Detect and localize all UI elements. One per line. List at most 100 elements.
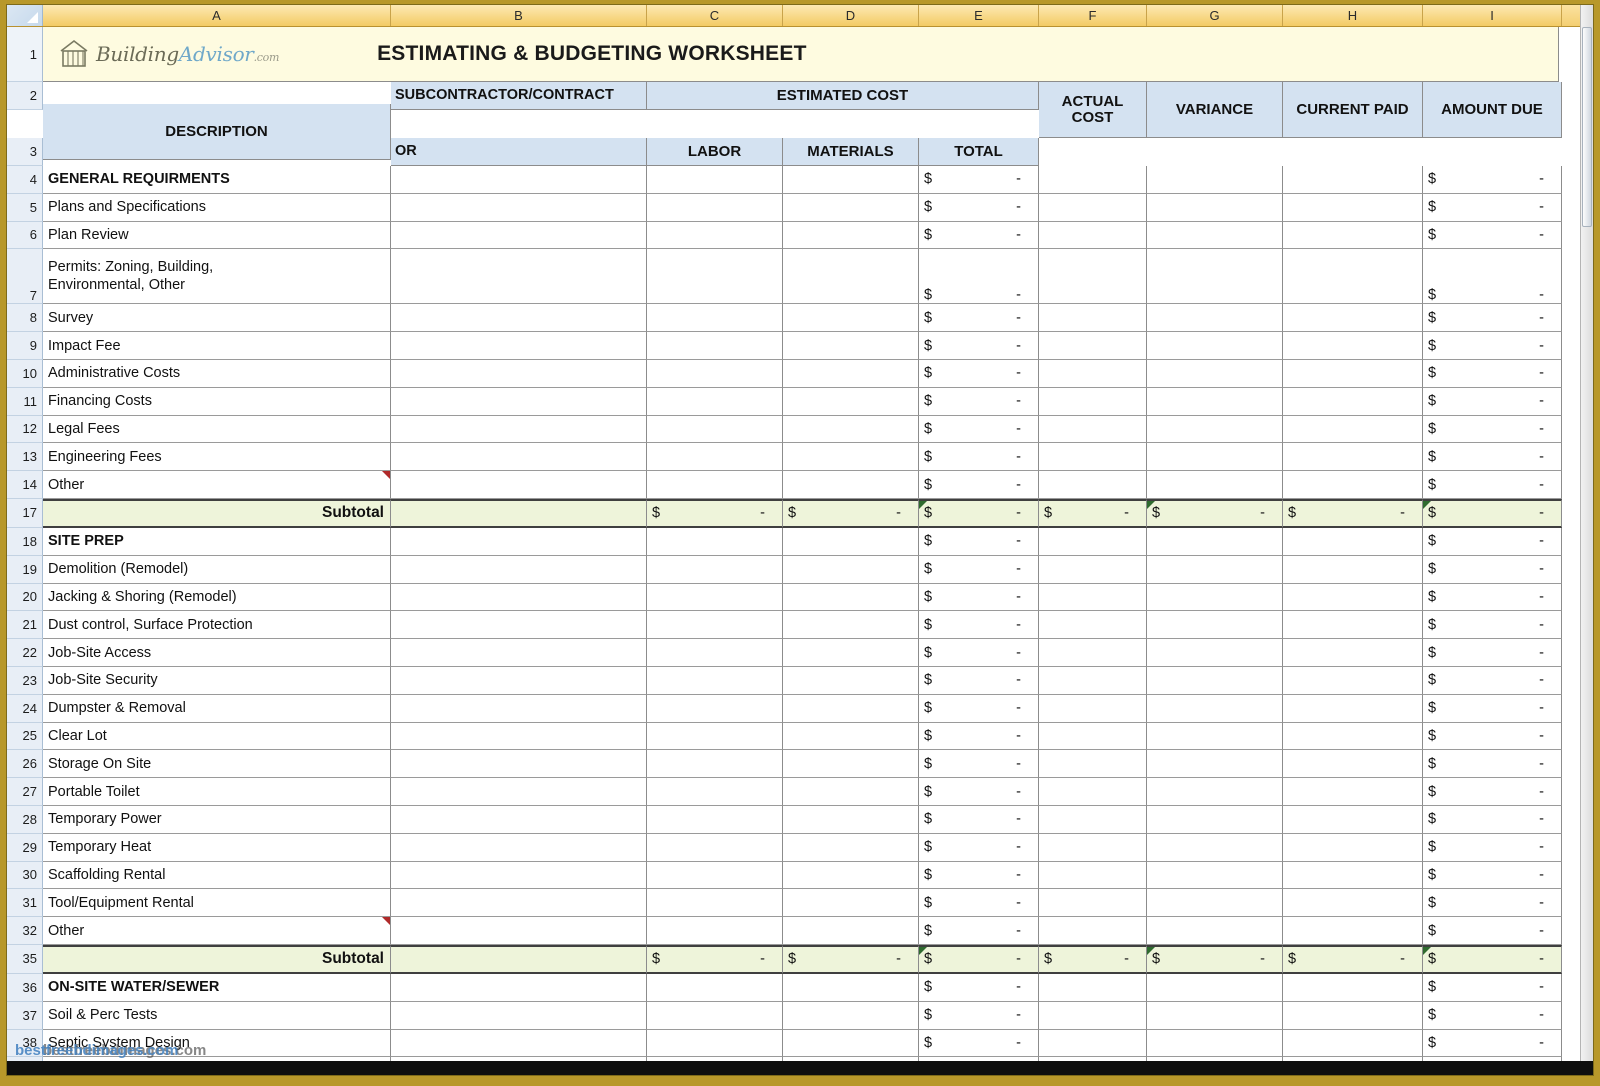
cell-f[interactable]: [1039, 443, 1147, 472]
cell-h[interactable]: [1283, 889, 1423, 918]
column-header-i[interactable]: I: [1423, 5, 1562, 26]
cell-f[interactable]: [1039, 359, 1147, 388]
cell-g[interactable]: [1147, 555, 1283, 584]
cell-f[interactable]: [1039, 778, 1147, 806]
cell-h[interactable]: [1283, 443, 1423, 472]
cell-d[interactable]: [783, 304, 919, 333]
cell-c[interactable]: [647, 583, 783, 612]
subtotal-cell-i[interactable]: $ -: [1423, 498, 1562, 528]
description-cell[interactable]: Administrative Costs: [43, 359, 391, 388]
subtotal-cell-f[interactable]: $ -: [1039, 498, 1147, 528]
cell-c[interactable]: [647, 415, 783, 444]
cell-f[interactable]: [1039, 527, 1147, 556]
cell-i[interactable]: $-: [1423, 555, 1562, 584]
cell-b[interactable]: [391, 917, 647, 945]
vertical-scrollbar[interactable]: [1580, 5, 1593, 1075]
cell-b[interactable]: [391, 889, 647, 918]
cell-b[interactable]: [391, 527, 647, 556]
cell-b[interactable]: [391, 611, 647, 640]
cell-d[interactable]: [783, 805, 919, 834]
cell-c[interactable]: [647, 249, 783, 305]
description-cell[interactable]: Plan Review: [43, 221, 391, 250]
cell-f[interactable]: [1039, 249, 1147, 305]
cell-e[interactable]: $-: [919, 833, 1039, 862]
cell-h[interactable]: [1283, 778, 1423, 806]
cell-d[interactable]: [783, 973, 919, 1002]
cell-i[interactable]: $-: [1423, 861, 1562, 890]
cell-g[interactable]: [1147, 471, 1283, 499]
column-header-c[interactable]: C: [647, 5, 783, 26]
cell-d[interactable]: [783, 443, 919, 472]
description-cell[interactable]: Temporary Heat: [43, 833, 391, 862]
description-cell[interactable]: Dumpster & Removal: [43, 694, 391, 723]
cell-f[interactable]: [1039, 193, 1147, 222]
cell-h[interactable]: [1283, 166, 1423, 194]
row-header-2[interactable]: 2: [7, 82, 43, 110]
cell-e[interactable]: $-: [919, 1029, 1039, 1058]
cell-b[interactable]: [391, 1029, 647, 1058]
cell-h[interactable]: [1283, 722, 1423, 751]
row-header-4[interactable]: 4: [7, 166, 43, 194]
cell-i[interactable]: $-: [1423, 387, 1562, 416]
cell-e[interactable]: $-: [919, 778, 1039, 806]
description-cell[interactable]: Temporary Power: [43, 805, 391, 834]
description-cell[interactable]: Survey: [43, 304, 391, 333]
cell-g[interactable]: [1147, 722, 1283, 751]
cell-g[interactable]: [1147, 611, 1283, 640]
row-header-38[interactable]: 38: [7, 1029, 43, 1058]
cell-e[interactable]: $-: [919, 249, 1039, 305]
cell-f[interactable]: [1039, 221, 1147, 250]
row-header-26[interactable]: 26: [7, 750, 43, 779]
cell-d[interactable]: [783, 249, 919, 305]
cell-d[interactable]: [783, 583, 919, 612]
cell-g[interactable]: [1147, 304, 1283, 333]
subtotal-cell-e[interactable]: $ -: [919, 944, 1039, 974]
subtotal-cell-c[interactable]: $ -: [647, 498, 783, 528]
cell-d[interactable]: [783, 639, 919, 667]
cell-i[interactable]: $-: [1423, 917, 1562, 945]
cell-i[interactable]: $-: [1423, 805, 1562, 834]
cell-g[interactable]: [1147, 750, 1283, 779]
cell-b[interactable]: [391, 778, 647, 806]
row-header-23[interactable]: 23: [7, 666, 43, 695]
subtotal-cell-g[interactable]: $ -: [1147, 944, 1283, 974]
description-cell[interactable]: Soil & Perc Tests: [43, 1001, 391, 1030]
cell-h[interactable]: [1283, 249, 1423, 305]
cell-d[interactable]: [783, 611, 919, 640]
cell-e[interactable]: $-: [919, 555, 1039, 584]
cell-d[interactable]: [783, 1001, 919, 1030]
cell-b[interactable]: [391, 694, 647, 723]
cell-i[interactable]: $-: [1423, 166, 1562, 194]
cell-f[interactable]: [1039, 694, 1147, 723]
section-header-cell[interactable]: SITE PREP: [43, 527, 391, 556]
cell-b[interactable]: [391, 387, 647, 416]
cell-f[interactable]: [1039, 833, 1147, 862]
cell-b[interactable]: [391, 722, 647, 751]
cell-f[interactable]: [1039, 1029, 1147, 1058]
cell-i[interactable]: $-: [1423, 833, 1562, 862]
cell-i[interactable]: $-: [1423, 359, 1562, 388]
cell-b[interactable]: [391, 861, 647, 890]
cell-g[interactable]: [1147, 1029, 1283, 1058]
description-cell[interactable]: Job-Site Access: [43, 639, 391, 667]
cell-b[interactable]: [391, 750, 647, 779]
cell-f[interactable]: [1039, 332, 1147, 360]
description-cell[interactable]: Plans and Specifications: [43, 193, 391, 222]
cell-f[interactable]: [1039, 304, 1147, 333]
cell-d[interactable]: [783, 861, 919, 890]
cell-g[interactable]: [1147, 861, 1283, 890]
cell-i[interactable]: $-: [1423, 249, 1562, 305]
cell-e[interactable]: $-: [919, 387, 1039, 416]
cell-e[interactable]: $-: [919, 805, 1039, 834]
cell-f[interactable]: [1039, 555, 1147, 584]
description-cell[interactable]: Legal Fees: [43, 415, 391, 444]
description-cell[interactable]: Tool/Equipment Rental: [43, 889, 391, 918]
column-header-e[interactable]: E: [919, 5, 1039, 26]
cell-d[interactable]: [783, 415, 919, 444]
cell-d[interactable]: [783, 750, 919, 779]
cell-d[interactable]: [783, 193, 919, 222]
cell-e[interactable]: $-: [919, 694, 1039, 723]
section-header-cell[interactable]: GENERAL REQUIRMENTS: [43, 166, 391, 194]
cell-i[interactable]: $-: [1423, 778, 1562, 806]
cell-d[interactable]: [783, 471, 919, 499]
